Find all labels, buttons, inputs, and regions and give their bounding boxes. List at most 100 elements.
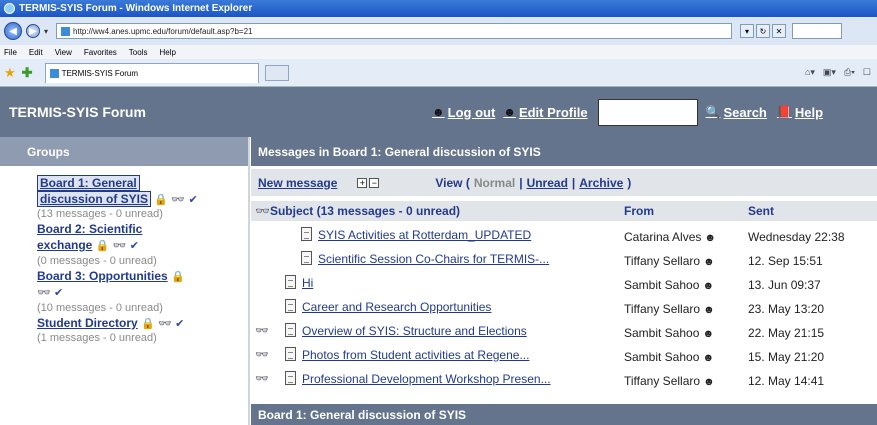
board-3-link[interactable]: Board 3: Opportunities 🔒 xyxy=(37,269,185,283)
url-field[interactable]: http://ww4.anes.upmc.edu/forum/default.a… xyxy=(56,23,733,39)
window-titlebar: TERMIS-SYIS Forum - Windows Internet Exp… xyxy=(0,0,877,17)
message-from: Catarina Alves ☻ xyxy=(624,230,716,244)
forward-button[interactable]: ▶ xyxy=(26,24,40,38)
board-2-name-line1: Board 2: Scientific xyxy=(37,222,143,236)
new-message-link[interactable]: New message xyxy=(258,176,337,190)
url-dropdown-icon[interactable]: ▾ xyxy=(740,24,755,38)
user-profile-icon[interactable]: ☻ xyxy=(699,328,714,340)
tab-favicon-icon xyxy=(49,68,59,78)
message-row: SYIS Activities at Rotterdam_UPDATED Cata… xyxy=(251,225,877,247)
watch-glasses-icon[interactable]: 👓 xyxy=(113,240,127,252)
message-from-name: Tiffany Sellaro xyxy=(624,302,701,316)
browser-search-input[interactable] xyxy=(792,23,843,39)
user-profile-icon[interactable]: ☻ xyxy=(701,232,716,244)
board-2-meta: (0 messages - 0 unread) xyxy=(37,255,157,267)
search-icon: 🔍 xyxy=(705,105,721,119)
message-from-name: Tiffany Sellaro xyxy=(624,254,701,268)
home-icon[interactable]: ⌂▾ xyxy=(805,67,815,78)
menu-view[interactable]: View xyxy=(55,48,72,57)
lock-icon: 🔒 xyxy=(171,271,185,283)
menu-favorites[interactable]: Favorites xyxy=(84,48,117,57)
student-directory-link[interactable]: Student Directory 🔒 👓 ✔ xyxy=(37,316,184,330)
message-row: 👓 Photos from Student activities at Regen… xyxy=(251,345,877,367)
feeds-icon[interactable]: ▣▾ xyxy=(823,67,836,78)
tab-bar: ★ ✚ TERMIS-SYIS Forum ⌂▾ ▣▾ ⎙▾ ☐ xyxy=(0,59,877,87)
message-subject-link[interactable]: Scientific Session Co-Chairs for TERMIS-… xyxy=(318,252,549,266)
board-3-icons: 👓 ✔ xyxy=(37,285,63,299)
messages-pane: Messages in Board 1: General discussion … xyxy=(251,137,877,425)
col-sent[interactable]: Sent xyxy=(748,204,774,218)
user-profile-icon[interactable]: ☻ xyxy=(700,256,715,268)
student-directory-name: Student Directory xyxy=(37,316,138,330)
messages-header: Messages in Board 1: General discussion … xyxy=(251,137,877,166)
message-subject-link[interactable]: Career and Research Opportunities xyxy=(302,300,491,314)
messages-toolbar: New message + − View ( Normal | Unread |… xyxy=(251,169,877,196)
watch-glasses-icon[interactable]: 👓 xyxy=(171,194,185,206)
board-2-link-line2[interactable]: exchange 🔒 👓 ✔ xyxy=(37,238,139,252)
user-profile-icon[interactable]: ☻ xyxy=(699,280,714,292)
message-row: 👓 Professional Development Workshop Prese… xyxy=(251,369,877,391)
stop-icon[interactable]: ✕ xyxy=(772,24,787,38)
message-row: Hi Sambit Sahoo ☻ 13. Jun 09:37 xyxy=(251,273,877,295)
help-link[interactable]: 📕 Help xyxy=(777,105,823,120)
forum-search-input[interactable] xyxy=(597,98,698,126)
edit-profile-link[interactable]: ☻ Edit Profile xyxy=(503,105,587,120)
new-tab-button[interactable] xyxy=(264,64,289,81)
tab-termis-forum[interactable]: TERMIS-SYIS Forum xyxy=(44,62,259,83)
add-favorite-icon[interactable]: ✚ xyxy=(22,65,33,81)
help-label: Help xyxy=(794,104,824,120)
search-link[interactable]: 🔍 Search xyxy=(706,105,767,120)
message-subject-link[interactable]: Photos from Student activities at Regene… xyxy=(302,348,529,362)
user-profile-icon[interactable]: ☻ xyxy=(700,376,715,388)
board-1-link[interactable]: Board 1: General xyxy=(37,175,140,191)
message-subject-link[interactable]: Overview of SYIS: Structure and Election… xyxy=(302,324,527,338)
message-subject-link[interactable]: SYIS Activities at Rotterdam_UPDATED xyxy=(318,228,531,242)
menu-bar: File Edit View Favorites Tools Help xyxy=(0,45,877,59)
message-sent: 12. Sep 15:51 xyxy=(748,254,823,268)
favorites-star-icon[interactable]: ★ xyxy=(4,65,16,81)
view-archive-link[interactable]: Archive xyxy=(579,176,623,190)
print-icon[interactable]: ⎙▾ xyxy=(844,67,855,78)
message-subject-link[interactable]: Professional Development Workshop Presen… xyxy=(302,372,551,386)
edit-profile-label: Edit Profile xyxy=(518,104,588,120)
column-header: 👓Subject (13 messages - 0 unread) From S… xyxy=(251,201,877,221)
message-sent: 23. May 13:20 xyxy=(748,302,825,316)
lock-icon: 🔒 xyxy=(154,194,169,206)
expand-all-icon[interactable]: + xyxy=(357,177,368,188)
board-1-name-line2: discussion of SYIS xyxy=(37,191,152,207)
message-subject-link[interactable]: Hi xyxy=(302,276,313,290)
document-icon xyxy=(301,227,312,241)
menu-help[interactable]: Help xyxy=(159,48,175,57)
board-2-link[interactable]: Board 2: Scientific xyxy=(37,222,142,236)
check-icon: ✔ xyxy=(188,194,198,206)
refresh-icon[interactable]: ↻ xyxy=(756,24,771,38)
col-subject[interactable]: 👓Subject (13 messages - 0 unread) xyxy=(255,204,460,218)
watch-glasses-icon[interactable]: 👓 xyxy=(255,372,269,385)
view-unread-link[interactable]: Unread xyxy=(527,176,568,190)
history-dropdown-icon[interactable]: ▾ xyxy=(44,27,48,36)
page-menu-icon[interactable]: ☐ xyxy=(863,67,871,78)
view-label: View ( xyxy=(435,175,470,190)
view-close: ) xyxy=(627,175,632,190)
logout-label: Log out xyxy=(447,104,496,120)
url-text: http://ww4.anes.upmc.edu/forum/default.a… xyxy=(73,26,253,36)
menu-edit[interactable]: Edit xyxy=(29,48,43,57)
lock-icon: 🔒 xyxy=(141,318,155,330)
menu-file[interactable]: File xyxy=(4,48,17,57)
watch-glasses-icon[interactable]: 👓 xyxy=(37,287,51,299)
watch-glasses-icon[interactable]: 👓 xyxy=(255,324,269,337)
back-button[interactable]: ◀ xyxy=(4,22,22,40)
user-profile-icon[interactable]: ☻ xyxy=(699,352,714,364)
watch-glasses-icon[interactable]: 👓 xyxy=(158,318,172,330)
watch-glasses-icon[interactable]: 👓 xyxy=(255,348,269,361)
message-from-name: Tiffany Sellaro xyxy=(624,374,701,388)
col-from[interactable]: From xyxy=(624,204,654,218)
collapse-all-icon[interactable]: − xyxy=(369,177,380,188)
groups-pane: Groups Board 1: General discussion of SY… xyxy=(0,137,250,425)
message-from-name: Sambit Sahoo xyxy=(624,278,700,292)
menu-tools[interactable]: Tools xyxy=(129,48,148,57)
logout-link[interactable]: ☻ Log out xyxy=(432,105,495,120)
user-profile-icon[interactable]: ☻ xyxy=(700,304,715,316)
board-1-link-line2[interactable]: discussion of SYIS 🔒 👓 ✔ xyxy=(37,191,198,207)
message-from: Tiffany Sellaro ☻ xyxy=(624,374,715,388)
